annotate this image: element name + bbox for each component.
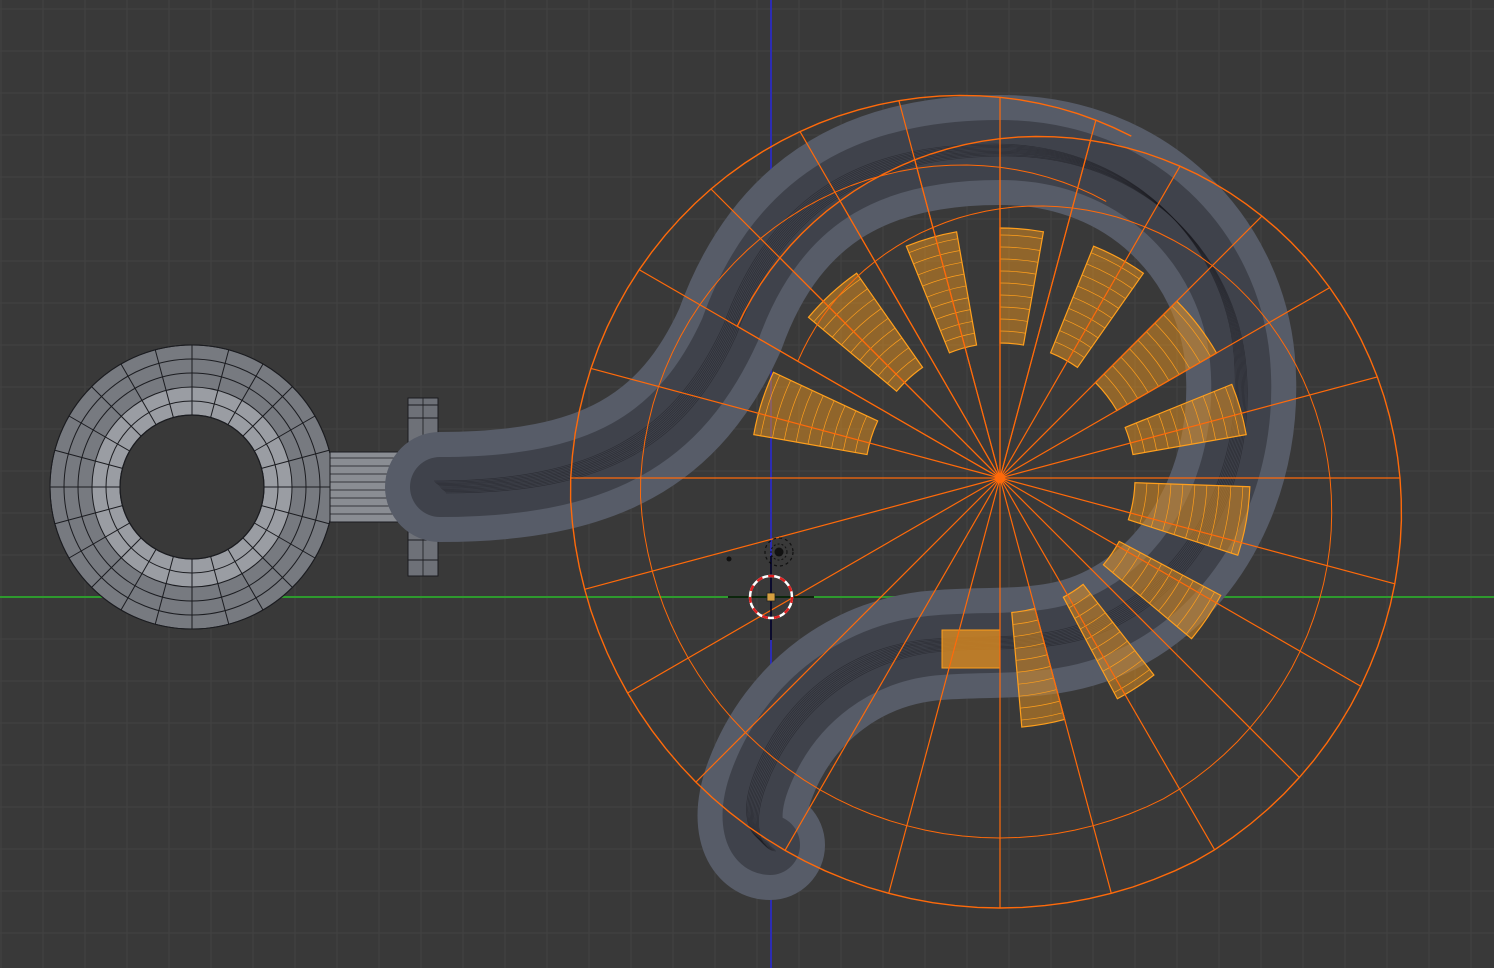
selected-face bbox=[999, 227, 1045, 346]
gizmo-center bbox=[995, 473, 1005, 483]
torus-hole bbox=[119, 414, 265, 560]
viewport-canvas[interactable] bbox=[0, 0, 1494, 968]
selected-face bbox=[807, 272, 924, 393]
torus-eye-mesh[interactable] bbox=[49, 344, 335, 630]
3d-viewport[interactable] bbox=[0, 0, 1494, 968]
hook-body-mesh[interactable] bbox=[385, 95, 1297, 900]
